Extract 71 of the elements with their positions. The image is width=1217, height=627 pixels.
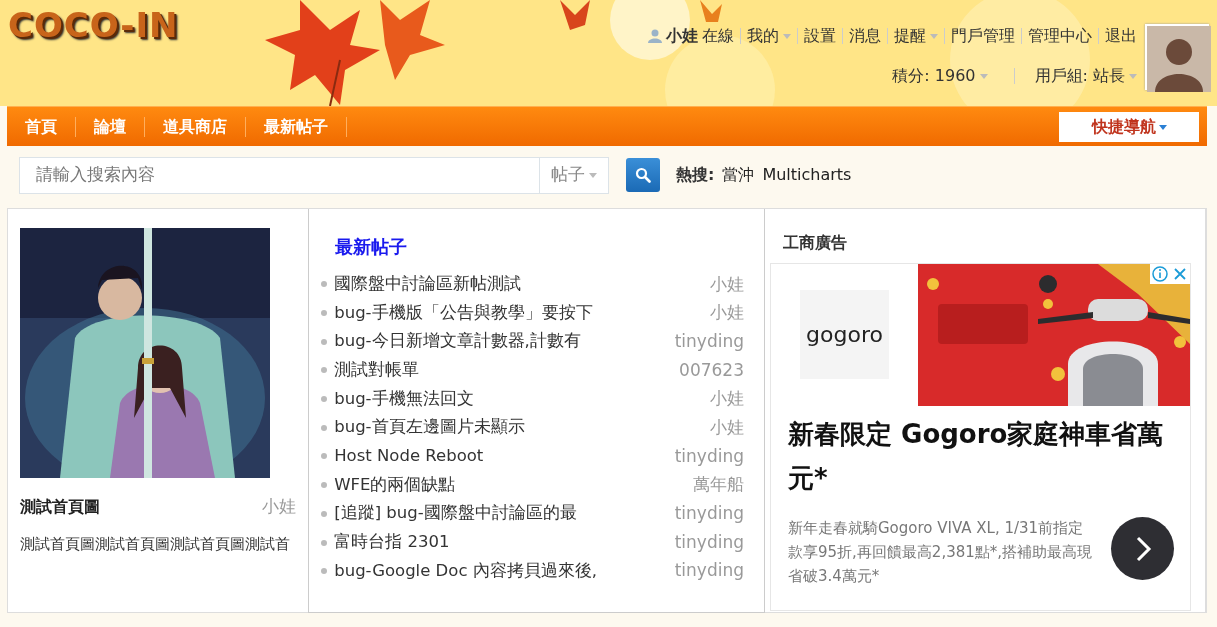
post-link[interactable]: 富時台指 2301	[334, 530, 450, 555]
bullet-icon	[321, 281, 328, 288]
author-name: 小娃	[710, 416, 744, 440]
bullet-icon	[321, 539, 328, 546]
ad-description: 新年走春就騎Gogoro VIVA XL, 1/31前指定款享95折,再回饋最高2,381點*,搭補助最高現省破3.4萬元*	[788, 518, 1093, 587]
bullet-icon	[321, 367, 328, 374]
scope-dropdown[interactable]: 帖子	[539, 157, 608, 193]
post-link[interactable]: 國際盤中討論區新帖測試	[334, 271, 522, 297]
ad-headline: 新春限定 Gogoro家庭神車省萬元*	[787, 418, 1165, 495]
author-name: tinyding	[674, 502, 744, 526]
post-link[interactable]: [追蹤] bug-國際盤中討論區的最	[334, 501, 577, 527]
author-name: 小娃	[710, 301, 744, 325]
caret-icon	[589, 172, 597, 178]
caret-icon	[1158, 124, 1167, 130]
menu-link[interactable]: 門戶管理	[951, 24, 1015, 48]
post-link[interactable]: bug-手機版「公告與教學」要按下	[334, 300, 593, 326]
quick-nav-button[interactable]: 快捷導航	[1059, 111, 1199, 142]
menu-link[interactable]: 管理中心	[1028, 24, 1092, 48]
scope-label: 帖子	[551, 163, 585, 187]
bullet-icon	[321, 310, 328, 317]
ad-card[interactable]: gogoro 新春限定 Gogoro家庭神車省萬元* 新年走春就騎Gogoro VIVA XL, 1/31前指定款享95折,再回饋最高2,381點*,搭補助最高現省破3.4萬元*	[770, 263, 1191, 611]
author-name: tinyding	[674, 329, 744, 353]
author-name: 007623	[679, 358, 744, 382]
post-link[interactable]: bug-今日新增文章計數器,計數有	[334, 329, 581, 355]
author-name: tinyding	[674, 559, 744, 583]
avatar-icon	[1147, 26, 1211, 92]
menu-link[interactable]: 我的	[747, 24, 779, 48]
author-name: 小娃	[710, 387, 744, 411]
menu-link[interactable]: 退出	[1105, 24, 1137, 48]
hot-search-link[interactable]: 當沖	[722, 163, 755, 187]
hot-search-link[interactable]: Multicharts	[762, 163, 852, 187]
bullet-icon	[321, 568, 328, 575]
post-link[interactable]: WFE的兩個缺點	[334, 472, 456, 498]
close-icon[interactable]	[1170, 264, 1190, 284]
author-name: tinyding	[674, 530, 744, 554]
bullet-icon	[321, 424, 328, 431]
search-field[interactable]: 請輸入搜索內容 帖子	[19, 156, 609, 194]
featured-summary: 測試首頁圖測試首頁圖測試首頁圖測試首	[20, 533, 291, 555]
author-name: tinyding	[674, 444, 744, 468]
online-status: 在線	[702, 25, 734, 47]
post-link[interactable]: bug-手機無法回文	[334, 386, 474, 412]
brand-logo[interactable]: gogoro	[800, 290, 889, 379]
bullet-icon	[321, 453, 328, 460]
author-name: 小娃	[262, 495, 297, 518]
search-icon	[635, 167, 651, 183]
caret-icon[interactable]	[979, 73, 988, 79]
info-icon[interactable]	[1150, 264, 1170, 284]
bullet-icon	[321, 510, 328, 517]
hot-search-label: 熱搜:	[676, 164, 715, 186]
author-name: 小娃	[710, 272, 744, 296]
bullet-icon	[321, 482, 328, 489]
username-link[interactable]: 小娃	[666, 24, 698, 48]
post-link[interactable]: 測試對帳單	[334, 358, 420, 383]
post-link[interactable]: Host Node Reboot	[334, 444, 484, 469]
post-link[interactable]: bug-首頁左邊圖片未顯示	[334, 415, 525, 441]
bullet-icon	[321, 338, 328, 345]
featured-title-link[interactable]: 測試首頁圖	[20, 494, 100, 519]
menu-link[interactable]: 設置	[804, 24, 836, 48]
menu-link[interactable]: 消息	[849, 24, 881, 48]
search-button[interactable]	[626, 158, 660, 192]
stat-link[interactable]: 用戶組: 站長	[1034, 64, 1125, 88]
user-icon	[648, 29, 662, 43]
post-link[interactable]: bug-Google Doc 內容拷貝過來後,	[334, 558, 597, 584]
author-name: 萬年船	[693, 473, 744, 497]
bullet-icon	[321, 396, 328, 403]
info-glyph-icon	[1150, 264, 1170, 284]
avatar[interactable]	[1145, 24, 1209, 90]
menu-link[interactable]: 提醒	[894, 24, 926, 48]
section-title: 最新帖子	[335, 235, 409, 259]
stat-link[interactable]: 積分: 1960	[892, 64, 976, 88]
section-title: 工商廣告	[783, 232, 848, 254]
